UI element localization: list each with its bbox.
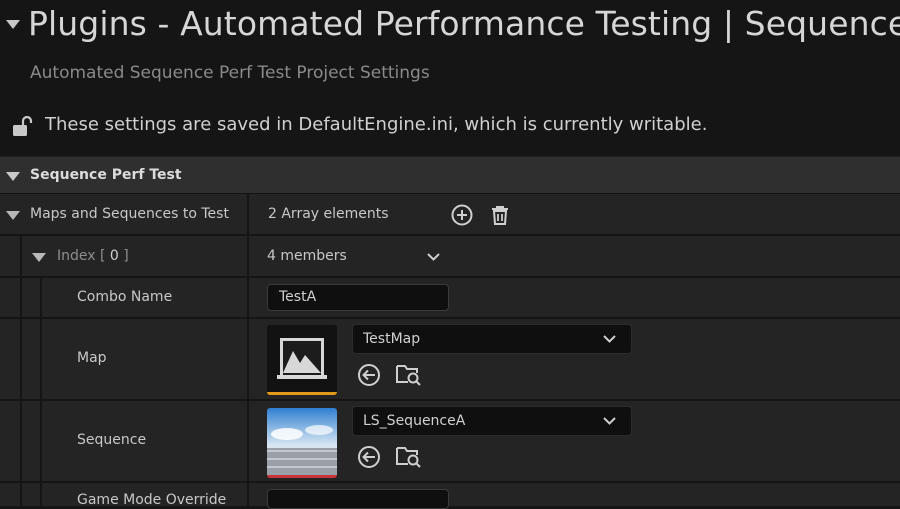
combo-name-row: Combo Name TestA [0,278,900,319]
map-label: Map [77,350,107,366]
category-sequence-perf-test[interactable]: Sequence Perf Test [0,156,900,194]
trash-icon [492,206,508,225]
level-icon [267,325,337,392]
header-collapse-arrow-icon[interactable] [6,20,20,29]
category-label: Sequence Perf Test [30,167,182,183]
level-sequence-icon [267,408,337,475]
chevron-down-icon[interactable] [426,252,441,262]
map-selector[interactable]: TestMap [352,324,632,354]
map-row: Map TestMap [0,319,900,401]
index-row: Index [ 0 ] 4 members [0,236,900,278]
index-expand-arrow-icon[interactable] [32,253,46,262]
member-count: 4 members [267,248,347,264]
maps-and-sequences-row: Maps and Sequences to Test 2 Array eleme… [0,194,900,236]
chevron-down-icon [603,417,616,425]
combo-name-input[interactable]: TestA [267,284,449,311]
use-selected-asset-icon[interactable] [355,443,383,471]
category-collapse-arrow-icon[interactable] [6,172,20,181]
page-title: Plugins - Automated Performance Testing … [28,4,900,43]
browse-folder-icon[interactable] [394,360,422,388]
config-write-status: These settings are saved in DefaultEngin… [45,114,708,135]
sequence-asset-thumbnail[interactable] [267,408,337,478]
settings-header: Plugins - Automated Performance Testing … [0,0,900,156]
index-label: Index [ 0 ] [57,248,129,264]
combo-name-label: Combo Name [77,289,173,305]
add-icon [451,204,473,226]
add-element-button[interactable] [449,202,475,228]
sequence-label: Sequence [77,432,147,448]
page-subtitle: Automated Sequence Perf Test Project Set… [30,63,430,83]
game-mode-override-row: Game Mode Override [0,483,900,509]
maps-and-sequences-label: Maps and Sequences to Test [30,206,229,222]
sequence-row: Sequence LS_SequenceA [0,401,900,483]
sequence-selector[interactable]: LS_SequenceA [352,406,632,436]
map-asset-thumbnail[interactable] [267,325,337,395]
array-element-count: 2 Array elements [268,206,389,222]
browse-folder-icon[interactable] [394,442,422,470]
unlocked-icon [13,115,33,136]
use-selected-asset-icon[interactable] [355,361,383,389]
remove-all-button[interactable] [487,202,513,228]
chevron-down-icon [603,335,616,343]
game-mode-override-input[interactable] [267,489,449,509]
array-expand-arrow-icon[interactable] [6,211,20,220]
